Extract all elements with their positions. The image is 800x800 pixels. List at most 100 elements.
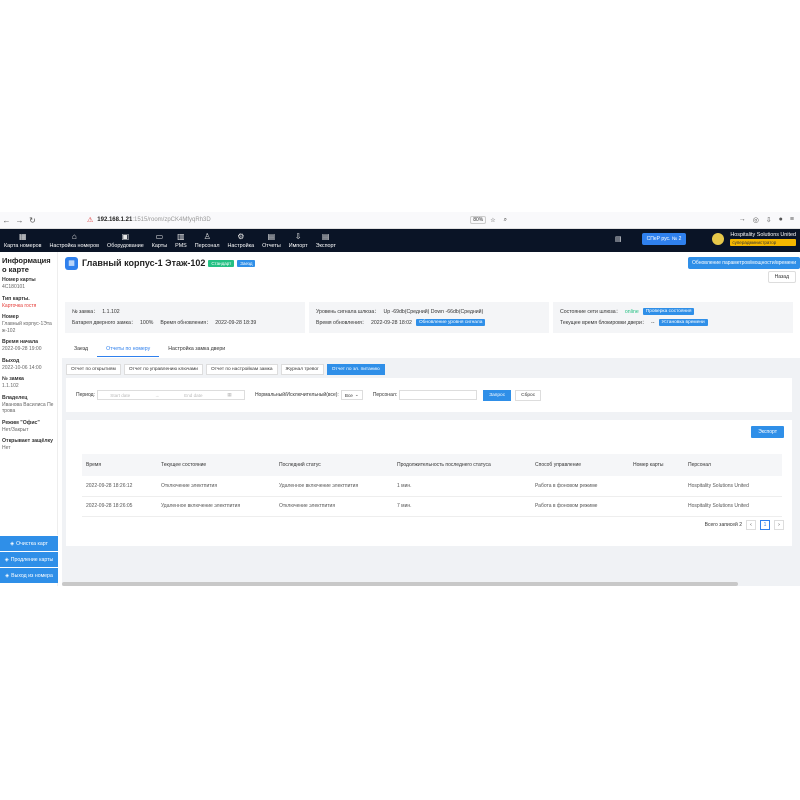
- room-type-badge: Стандарт: [208, 259, 235, 267]
- sidebar-action-button[interactable]: ◈ Продление карты: [0, 551, 58, 567]
- action-icon: ◈: [5, 572, 10, 579]
- block-time-label: Текущее время блокировки двери：: [560, 320, 648, 326]
- address-bar[interactable]: ⚠ 192.168.1.21 :1515/room/zpCK4MfyqRh3D …: [87, 216, 507, 224]
- forward-arrow-icon[interactable]: →: [13, 216, 26, 225]
- update-time-label: Время обновления：: [160, 320, 212, 326]
- user-name: Hospitality Solutions United: [730, 232, 796, 238]
- check-status-button[interactable]: Проверка состояния: [642, 308, 695, 315]
- tab-2[interactable]: Настройка замка двери: [159, 342, 234, 357]
- table-row: 2022-09-28 18:26:05 Удаленное включение э…: [82, 496, 782, 517]
- column-header: Продолжительность последнего статуса: [393, 454, 531, 476]
- menu-item-2[interactable]: ▣ Оборудование: [103, 232, 148, 252]
- menu-icon[interactable]: ≡: [790, 216, 794, 224]
- column-header: Текущее состояние: [157, 454, 275, 476]
- next-page-button[interactable]: ›: [774, 520, 784, 530]
- export-button[interactable]: Экспорт: [751, 426, 784, 438]
- reload-icon[interactable]: ↻: [26, 216, 39, 225]
- start-date-input[interactable]: Start date: [110, 393, 130, 398]
- cpu-button[interactable]: СПеР рус. № 2: [641, 233, 687, 245]
- download-icon[interactable]: ⇩: [766, 216, 772, 224]
- menu-item-label: PMS: [175, 243, 187, 249]
- update-signal-button[interactable]: Обновление уровня сигнала: [415, 319, 486, 326]
- notes-icon[interactable]: ▤: [615, 235, 622, 243]
- table-cell: Работа в фоновом режиме: [531, 496, 629, 517]
- subtab-4[interactable]: Отчет по эл. питанию: [326, 364, 385, 375]
- tab-1[interactable]: Отчеты по номеру: [97, 342, 160, 357]
- update-parameters-button[interactable]: Обновление параметров/мощности/времени: [688, 257, 800, 269]
- date-range-picker[interactable]: Start date → End date ▦: [96, 390, 245, 400]
- card-field-label: Открывает защёлку: [2, 438, 54, 444]
- calendar-icon: ▦: [227, 392, 232, 397]
- bookmark-star-icon[interactable]: ☆: [490, 217, 495, 224]
- menu-item-0[interactable]: ▦ Карта номеров: [0, 232, 45, 252]
- battery-label: Батарея дверного замка：: [72, 320, 137, 326]
- back-button[interactable]: Назад: [767, 271, 796, 283]
- pms-icon: ▥: [177, 232, 185, 241]
- main-content: ▦ Главный корпус-1 Этаж-102 Стандарт Зае…: [62, 252, 800, 586]
- avatar[interactable]: [712, 233, 725, 245]
- card-field: Открывает защёлку Нет: [0, 438, 57, 452]
- action-label: Очистка карт: [16, 540, 48, 547]
- end-date-input[interactable]: End date: [184, 393, 202, 398]
- zoom-level[interactable]: 80%: [470, 216, 487, 224]
- sidebar-action-button[interactable]: ◈ Очистка карт: [0, 535, 58, 551]
- staff-input[interactable]: [399, 390, 478, 400]
- table-cell: 2022-09-28 18:26:05: [82, 496, 157, 517]
- table-header-row: Время Текущее состояние Последний статус Пр…: [82, 454, 782, 476]
- menu-item-5[interactable]: ♙ Персонал: [191, 232, 224, 252]
- type-filter-select[interactable]: Все ⌄: [340, 390, 363, 400]
- tab-0[interactable]: Заезд: [65, 342, 97, 357]
- chevron-down-icon: ⌄: [354, 392, 359, 397]
- user-info[interactable]: Hospitality Solutions United суперадмини…: [730, 232, 796, 246]
- subtab-3[interactable]: Журнал тревог: [280, 364, 324, 375]
- sidebar-action-button[interactable]: ◈ Выход из номера: [0, 567, 58, 583]
- card-field: № замка 1.1.102: [0, 376, 57, 390]
- back-arrow-icon[interactable]: ←: [0, 216, 13, 225]
- menu-item-6[interactable]: ⚙ Настройка: [224, 232, 259, 252]
- type-filter-label: Нормальный/Исключительный(все):: [254, 392, 339, 398]
- pocket-icon[interactable]: ◎: [753, 216, 759, 224]
- set-time-button[interactable]: Установка времени: [658, 319, 708, 326]
- subtab-2[interactable]: Отчет по настройкам замка: [205, 364, 278, 375]
- menu-item-8[interactable]: ⇩ Импорт: [285, 232, 312, 252]
- signal-update-value: 2022-09-28 18:02: [370, 319, 412, 326]
- menu-item-label: Персонал: [194, 243, 220, 249]
- reset-button[interactable]: Сброс: [515, 389, 542, 401]
- user-role-badge: суперадминистратор: [730, 239, 796, 246]
- table-cell: Отключение электпития: [157, 476, 275, 497]
- query-button[interactable]: Запрос: [483, 389, 512, 401]
- extension-icon[interactable]: ●: [779, 216, 783, 224]
- browser-extensions: → ◎ ⇩ ● ≡: [739, 216, 800, 224]
- menu-item-label: Карта номеров: [4, 243, 42, 249]
- table-cell: [629, 496, 684, 517]
- home-icon: ⌂: [71, 232, 77, 241]
- table-cell: Отключение электпития: [275, 496, 393, 517]
- menu-item-7[interactable]: ▤ Отчеты: [258, 232, 285, 252]
- subtab-1[interactable]: Отчет по управлению ключами: [123, 364, 203, 375]
- table-cell: Работа в фоновом режиме: [531, 476, 629, 497]
- card-field-label: Время начала: [2, 339, 39, 345]
- sidebar-actions: ◈ Очистка карт ◈ Продление карты ◈ Выход и…: [0, 535, 58, 583]
- card-field-value: 4C180101: [2, 284, 26, 290]
- card-field: Номер Главный корпус-1Эта ж-102: [0, 314, 57, 334]
- menu-item-9[interactable]: ▤ Экспорт: [312, 232, 340, 252]
- page-number-button[interactable]: 1: [760, 520, 770, 530]
- person-icon: ♙: [203, 232, 211, 241]
- search-icon[interactable]: ⌕: [504, 217, 507, 224]
- room-icon: ▦: [65, 256, 78, 270]
- pagination: Всего записей 2 ‹ 1 ›: [705, 520, 784, 530]
- results-card: Экспорт Время Текущее состояние Последний …: [66, 420, 792, 546]
- import-icon: ⇩: [294, 232, 302, 241]
- go-arrow-icon[interactable]: →: [739, 216, 746, 224]
- menu-item-4[interactable]: ▥ PMS: [171, 232, 191, 252]
- card-field: Время начала 2022-09-28 19:00: [0, 339, 57, 353]
- period-label: Период:: [76, 392, 95, 398]
- card-field-value: Нет: [2, 445, 11, 451]
- app-header: ▦ Карта номеров ⌂ Настройка номеров ▣ Оборудо…: [0, 229, 800, 252]
- horizontal-scrollbar[interactable]: [62, 582, 738, 586]
- subtab-0[interactable]: Отчет по открытиям: [66, 364, 121, 375]
- gateway-info-card: Состояние сети шлюза： online Проверка со…: [553, 302, 793, 333]
- menu-item-3[interactable]: ▭ Карты: [148, 232, 171, 252]
- menu-item-1[interactable]: ⌂ Настройка номеров: [45, 232, 103, 252]
- prev-page-button[interactable]: ‹: [746, 520, 756, 530]
